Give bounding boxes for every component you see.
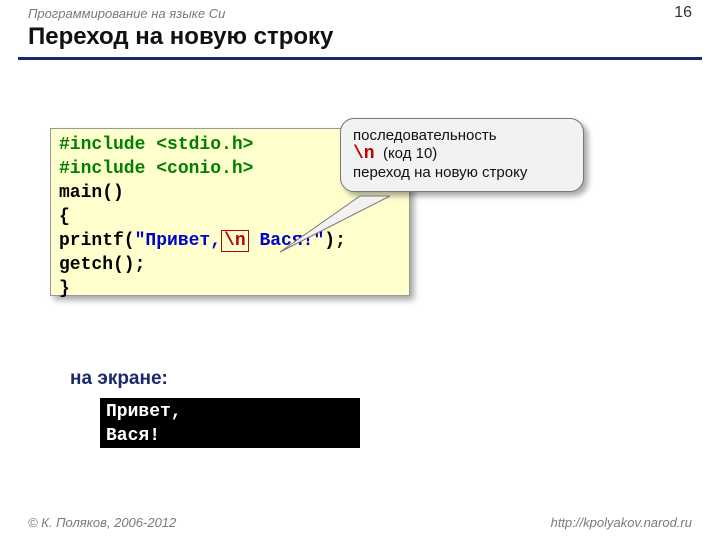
code-line: }: [59, 279, 70, 299]
console-line: Вася!: [106, 426, 160, 446]
string-part: "Привет,: [135, 231, 221, 251]
console-output: Привет, Вася!: [100, 398, 360, 448]
code-line: #include: [59, 159, 156, 179]
on-screen-label: на экране:: [70, 368, 168, 390]
course-label: Программирование на языке Си: [0, 0, 720, 21]
callout-bubble: последовательность \n (код 10) переход н…: [340, 118, 584, 192]
code-include-2: <conio.h>: [156, 159, 253, 179]
callout-line1: последовательность: [353, 127, 571, 144]
code-line: printf(: [59, 231, 135, 251]
code-line: #include: [59, 135, 156, 155]
callout-nl: \n: [353, 144, 375, 164]
newline-escape: \n: [224, 231, 246, 251]
code-line: getch();: [59, 255, 145, 275]
slide-title: Переход на новую строку: [0, 21, 720, 57]
callout-code-note: (код 10): [383, 145, 437, 162]
callout-line3: переход на новую строку: [353, 164, 571, 181]
code-line: {: [59, 207, 70, 227]
footer-copyright: © К. Поляков, 2006-2012: [28, 515, 176, 530]
title-rule: [18, 57, 702, 60]
code-line: main(): [59, 183, 124, 203]
code-line: );: [324, 231, 346, 251]
page-number: 16: [674, 4, 692, 22]
code-include-1: <stdio.h>: [156, 135, 253, 155]
footer-url: http://kpolyakov.narod.ru: [551, 515, 692, 530]
console-line: Привет,: [106, 402, 182, 422]
